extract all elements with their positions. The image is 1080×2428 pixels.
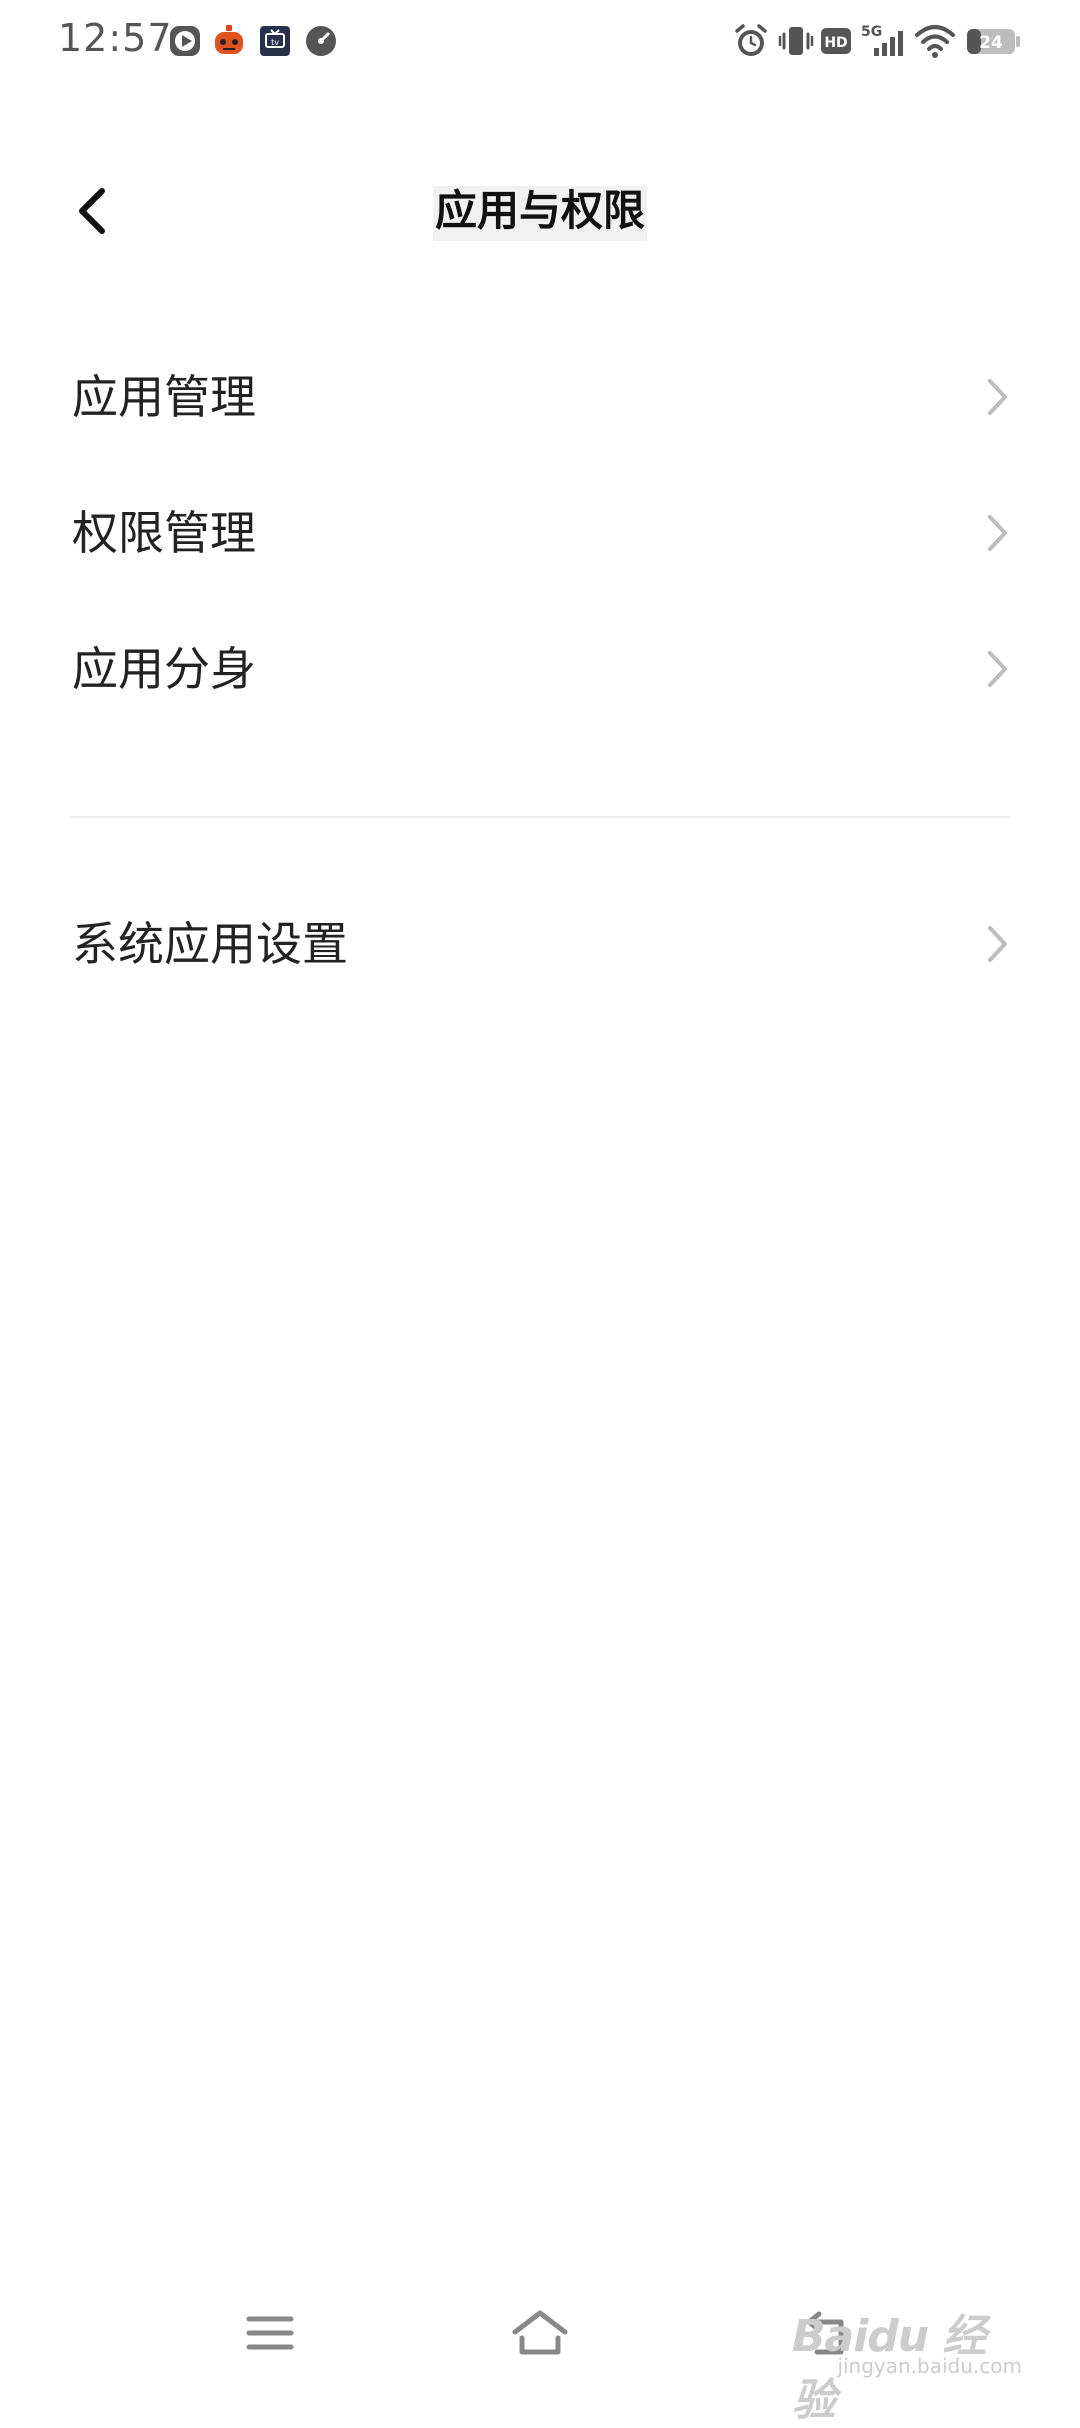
list-item-app-management[interactable]: 应用管理 [0, 337, 1080, 457]
list-item-system-app-settings[interactable]: 系统应用设置 [0, 884, 1080, 1004]
list-item-label: 应用管理 [72, 370, 256, 424]
chevron-right-icon [988, 515, 1007, 551]
home-icon [512, 2310, 568, 2355]
battery-icon: 24 [967, 29, 1020, 54]
chevron-right-icon [988, 651, 1007, 687]
section-divider [70, 816, 1010, 818]
baidu-jingyan-watermark: Baidu 经验 jingyan.baidu.com [792, 2280, 1022, 2426]
chevron-right-icon [988, 379, 1007, 415]
watermark-sub-text: jingyan.baidu.com [837, 2354, 1022, 2378]
svg-text:24: 24 [979, 33, 1003, 53]
speedometer-icon [306, 26, 336, 56]
list-item-label: 系统应用设置 [72, 917, 348, 971]
vibrate-icon [778, 27, 814, 55]
status-bar: 12:57 tv HD 5G 24 [0, 0, 1080, 84]
svg-text:tv: tv [271, 38, 279, 47]
chevron-right-icon [988, 926, 1007, 962]
page-title-text: 应用与权限 [432, 186, 647, 241]
alarm-icon [735, 24, 767, 56]
hd-icon: HD [821, 28, 851, 54]
game-app-icon [215, 25, 243, 54]
svg-text:5G: 5G [861, 24, 882, 40]
menu-icon [246, 2316, 294, 2350]
svg-text:HD: HD [824, 35, 847, 51]
list-item-permission-management[interactable]: 权限管理 [0, 473, 1080, 593]
menu-button[interactable] [230, 2298, 310, 2368]
page-title: 应用与权限 [0, 180, 1080, 242]
list-item-app-clone[interactable]: 应用分身 [0, 609, 1080, 729]
cellular-signal-icon: 5G [861, 24, 903, 56]
video-player-icon [170, 26, 200, 56]
list-item-label: 应用分身 [72, 642, 256, 696]
status-time: 12:57 [58, 16, 173, 60]
tv-app-icon: tv [260, 26, 290, 56]
wifi-icon [915, 25, 955, 58]
home-button[interactable] [500, 2298, 580, 2368]
list-item-label: 权限管理 [72, 506, 256, 560]
